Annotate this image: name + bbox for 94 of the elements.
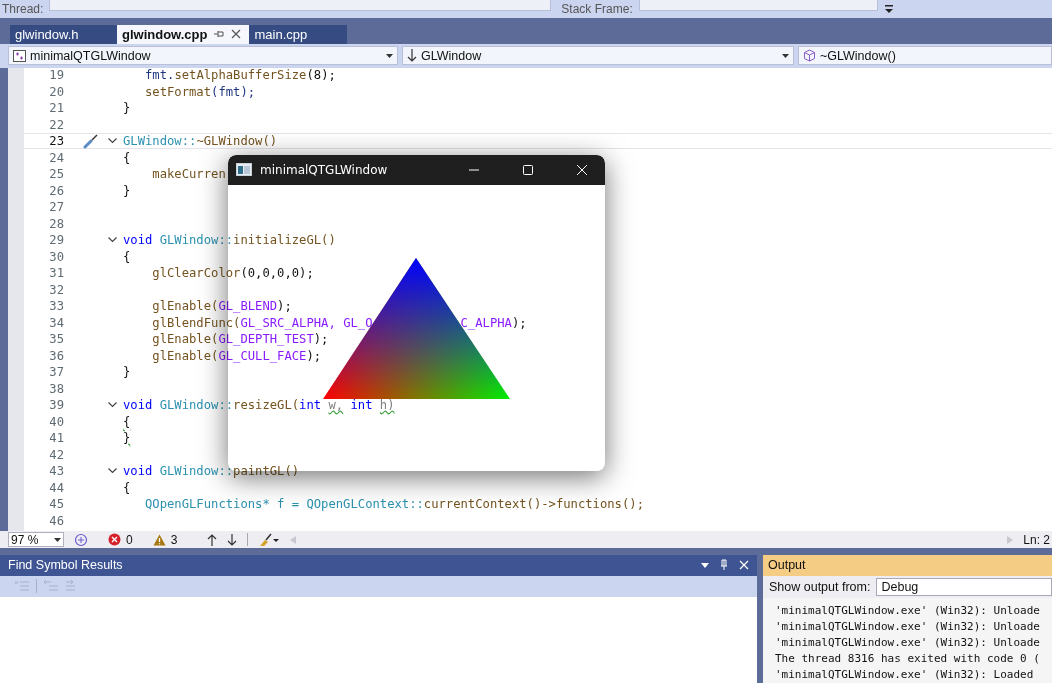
file-tab[interactable]: glwindow.h xyxy=(10,24,117,44)
code-line: void GLWindow::initializeGL() xyxy=(123,233,336,247)
code-line: glEnable(GL_BLEND); xyxy=(151,299,292,313)
code-line: glEnable(GL_CULL_FACE); xyxy=(151,348,322,363)
line-number: 28 xyxy=(48,216,64,231)
thread-label: Thread: xyxy=(1,2,44,16)
file-tab[interactable]: glwindow.cpp xyxy=(117,24,250,44)
output-line: 'minimalQTGLWindow.exe' (Win32): Unloade xyxy=(775,635,1041,651)
output-line: 'minimalQTGLWindow.exe' (Win32): Unloade xyxy=(775,603,1041,619)
code-line: void GLWindow::resizeGL(int w, int h) xyxy=(123,398,395,412)
code-line: } xyxy=(123,431,131,445)
warning-icon xyxy=(152,533,166,546)
warning-count[interactable]: 3 xyxy=(170,532,178,547)
code-line: { xyxy=(123,480,131,495)
line-number: 20 xyxy=(48,84,64,99)
line-number: 31 xyxy=(48,266,64,280)
code-line: } xyxy=(123,365,131,379)
code-line: } xyxy=(123,101,131,115)
line-position: Ln: 2 xyxy=(1023,532,1051,547)
code-line: fmt.setAlphaBufferSize(8); xyxy=(144,68,336,82)
code-line: GLWindow::~GLWindow() xyxy=(123,134,278,148)
screwdriver-icon[interactable] xyxy=(83,133,101,149)
output-line: The thread 8316 has exited with code 0 ( xyxy=(775,651,1041,667)
pin-icon[interactable] xyxy=(719,559,729,572)
collapse-icon[interactable] xyxy=(107,468,117,474)
line-number: 38 xyxy=(48,381,64,396)
line-number: 36 xyxy=(48,348,64,363)
code-line: { xyxy=(123,414,131,429)
cube-icon xyxy=(803,49,816,63)
project-icon xyxy=(13,49,26,62)
line-number: 22 xyxy=(48,117,64,132)
line-number: 34 xyxy=(48,315,64,330)
code-line: setFormat(fmt); xyxy=(144,84,256,99)
line-number: 33 xyxy=(48,299,64,313)
scope-combo[interactable]: GLWindow xyxy=(402,46,794,66)
panel-title: Output xyxy=(768,558,806,573)
line-number: 25 xyxy=(48,167,64,181)
line-number: 23 xyxy=(48,134,64,148)
arrow-down-icon[interactable] xyxy=(227,533,238,546)
line-number: 42 xyxy=(48,447,64,462)
line-number: 41 xyxy=(48,431,64,445)
window-title: minimalQTGLWindow xyxy=(260,162,388,177)
source-combo[interactable]: Debug xyxy=(876,578,1052,596)
close-icon[interactable] xyxy=(231,29,242,40)
line-number: 21 xyxy=(48,101,64,115)
collapse-icon[interactable] xyxy=(107,237,117,243)
output-line: 'minimalQTGLWindow.exe' (Win32): Unloade xyxy=(775,619,1041,635)
stack-frame-label: Stack Frame: xyxy=(560,2,633,16)
dropdown-icon xyxy=(386,53,393,58)
line-number: 29 xyxy=(48,233,64,247)
code-line: QOpenGLFunctions* f = QOpenGLContext::currentContext()->functions(); xyxy=(144,497,644,511)
code-line: makeCurren xyxy=(151,167,226,181)
code-line: { xyxy=(123,150,131,165)
code-line: glBlendFunc(GL_SRC_ALPHA, GL_O C_ALPHA); xyxy=(151,315,527,330)
line-number: 46 xyxy=(48,513,64,528)
member-combo[interactable]: ~GLWindow() xyxy=(798,46,1052,66)
line-number: 45 xyxy=(48,497,64,511)
collapse-icon[interactable] xyxy=(107,138,117,144)
line-number: 27 xyxy=(48,200,64,214)
code-line: } xyxy=(123,183,131,198)
maximize-icon[interactable] xyxy=(522,163,534,176)
line-number: 30 xyxy=(48,249,64,264)
zoom-combo[interactable]: 97 % xyxy=(8,532,64,548)
line-number: 35 xyxy=(48,332,64,346)
dropdown-icon xyxy=(782,53,789,58)
code-line: glClearColor(0,0,0,0); xyxy=(151,266,314,280)
code-line: { xyxy=(123,249,131,264)
code-line: glEnable(GL_DEPTH_TEST); xyxy=(151,332,329,346)
window-icon xyxy=(236,163,252,177)
line-number: 26 xyxy=(48,183,64,198)
dropdown-icon xyxy=(54,537,61,542)
source-label: Show output from: xyxy=(769,580,871,594)
arrow-up-icon[interactable] xyxy=(207,533,218,546)
error-icon xyxy=(108,533,121,547)
brush-icon[interactable] xyxy=(258,532,281,547)
line-number: 19 xyxy=(48,68,64,82)
line-number: 43 xyxy=(48,464,64,478)
arrow-down-icon xyxy=(407,49,417,63)
line-number: 44 xyxy=(48,480,64,495)
overflow-icon[interactable] xyxy=(883,4,894,14)
output-line: 'minimalQTGLWindow.exe' (Win32): Loaded xyxy=(775,667,1035,683)
code-line: void GLWindow::paintGL() xyxy=(123,464,300,478)
dropdown-icon[interactable] xyxy=(701,563,709,568)
line-number: 39 xyxy=(48,398,64,412)
line-number: 24 xyxy=(48,150,64,165)
panel-title: Find Symbol Results xyxy=(8,558,123,573)
pin-icon[interactable] xyxy=(213,29,226,40)
collapse-icon[interactable] xyxy=(107,402,117,408)
project-combo[interactable]: minimalQTGLWindow xyxy=(8,46,398,66)
line-number: 40 xyxy=(48,414,64,429)
line-number: 32 xyxy=(48,282,64,297)
file-tab[interactable]: main.cpp xyxy=(249,24,348,44)
line-number: 37 xyxy=(48,365,64,379)
error-count[interactable]: 0 xyxy=(126,532,133,547)
